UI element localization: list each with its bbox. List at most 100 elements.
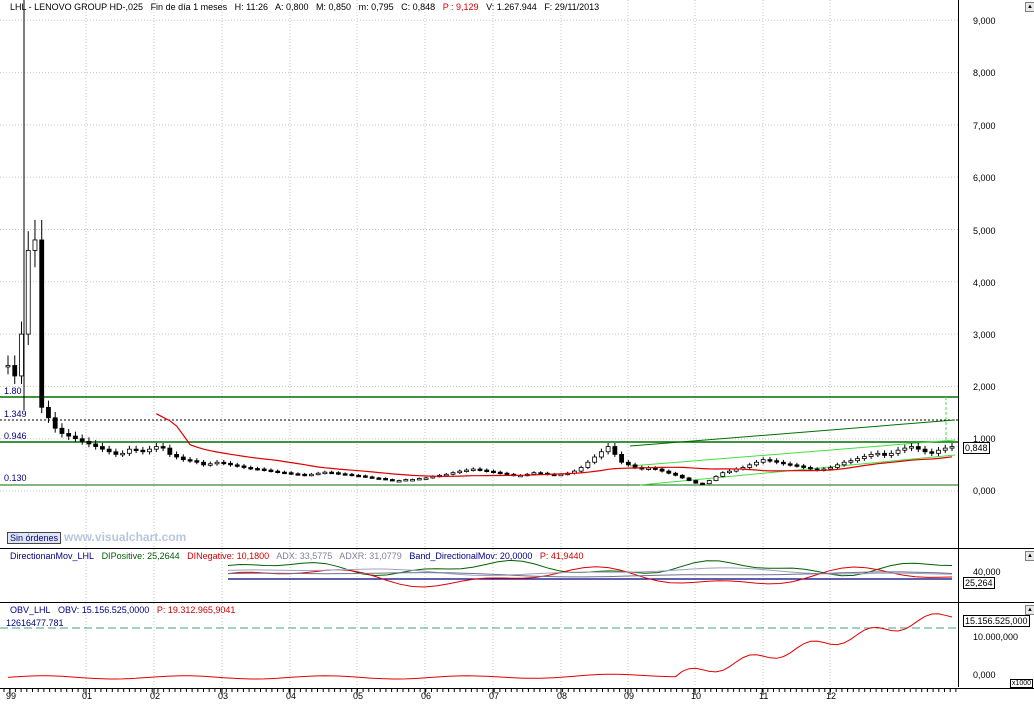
- scroll-up-icon[interactable]: ▲: [1025, 551, 1034, 561]
- year-label: 01: [82, 691, 93, 701]
- dm-dip: DIPositive: 25,2644: [101, 551, 180, 561]
- candle-body: [403, 479, 409, 482]
- year-label: 03: [218, 691, 229, 701]
- dm-adx: ADX: 33,5775: [276, 551, 333, 561]
- candle-body: [396, 480, 402, 483]
- candle-body: [12, 365, 18, 377]
- candle-body: [888, 452, 894, 456]
- year-label: 99: [6, 691, 17, 701]
- dm-p: P: 41,9440: [539, 551, 584, 561]
- candle-body: [868, 453, 874, 457]
- scroll-up-icon[interactable]: ▲: [1025, 2, 1034, 12]
- channel-line-upper: [629, 439, 956, 467]
- candle-body: [760, 459, 766, 463]
- scroll-up-icon[interactable]: ▲: [1025, 605, 1034, 615]
- price-tick: 8,000: [973, 68, 996, 78]
- candle-body: [922, 448, 928, 453]
- candle-body: [349, 473, 355, 477]
- orders-button[interactable]: Sin órdenes: [7, 532, 62, 544]
- price-axis[interactable]: ▲ 9,000 8,000 7,000 6,000 5,000 4,000 3,…: [958, 0, 1034, 548]
- candle-body: [86, 440, 92, 445]
- price-chart-pane[interactable]: LHL - LENOVO GROUP HD-,025 Fin de día 1 …: [0, 0, 958, 548]
- candle-body: [342, 473, 348, 476]
- volume-label: V: 1.267.944: [486, 2, 537, 12]
- candle-body: [93, 443, 99, 447]
- level-label-1-80: 1.80: [4, 386, 22, 396]
- dm-indicator-pane[interactable]: DirectionanMov_LHL DIPositive: 25,2644 D…: [0, 549, 958, 602]
- time-label: H: 11:26: [234, 2, 268, 12]
- candle-body: [302, 473, 308, 477]
- candle-body: [673, 472, 678, 476]
- candle-body: [19, 333, 24, 377]
- candle-body: [5, 365, 11, 368]
- candle-body: [133, 448, 139, 452]
- candle-body: [160, 446, 166, 449]
- date-label: F: 29/11/2013: [544, 2, 600, 12]
- candle-body: [214, 461, 220, 465]
- candle-body: [828, 467, 834, 470]
- candle-body: [578, 467, 584, 472]
- obv-ref-level: 12616477.781: [6, 618, 64, 628]
- candle-body: [187, 459, 193, 462]
- level-label-1-349: 1.349: [4, 409, 27, 419]
- obv-indicator-pane[interactable]: OBV_LHL OBV: 15.156.525,0000 P: 19.312.9…: [0, 603, 958, 687]
- obv-last-badge: 15.156.525,000: [963, 615, 1030, 627]
- candle-body: [882, 452, 887, 456]
- candle-body: [861, 456, 867, 459]
- year-label: 12: [826, 691, 837, 701]
- candle-body: [315, 472, 321, 476]
- candle-body: [443, 473, 449, 477]
- candle-body: [679, 474, 685, 479]
- candle-body: [949, 446, 955, 449]
- candle-body: [774, 460, 780, 463]
- high-label: M: 0,850: [316, 2, 352, 12]
- dm-last-badge: 25,264: [963, 577, 995, 589]
- obv-chart[interactable]: [0, 603, 958, 687]
- price-header: LHL - LENOVO GROUP HD-,025 Fin de día 1 …: [10, 2, 604, 12]
- candle-body: [282, 471, 287, 475]
- candle-body: [909, 446, 914, 449]
- candle-body: [834, 464, 840, 468]
- candle-body: [598, 451, 604, 458]
- candle-body: [875, 452, 881, 456]
- time-axis[interactable]: 99 01 02 03 04 05 06 07 08 09 10 11 12: [0, 688, 1034, 705]
- year-label: 10: [691, 691, 702, 701]
- candle-body: [538, 472, 544, 475]
- obv-axis[interactable]: ▲ 15.156.525,000 10.000,000 0,000 x1000: [958, 603, 1034, 688]
- candle-body: [754, 461, 759, 466]
- candle-body: [693, 480, 699, 484]
- scale-label: x1000: [1009, 679, 1033, 688]
- candle-body: [491, 470, 496, 474]
- price-chart[interactable]: [0, 0, 958, 548]
- candle-body: [201, 461, 206, 466]
- candle-body: [356, 474, 362, 478]
- price-tick: 3,000: [973, 330, 996, 340]
- candle-body: [194, 460, 200, 463]
- obv-value: OBV: 15.156.525,0000: [58, 605, 150, 615]
- price-tick: 7,000: [973, 121, 996, 131]
- candle-body: [484, 469, 490, 472]
- year-label: 07: [489, 691, 500, 701]
- candle-body: [288, 472, 294, 475]
- candle-body: [747, 464, 753, 468]
- candle-body: [416, 478, 422, 481]
- year-label: 02: [150, 691, 161, 701]
- candle-body: [942, 447, 948, 451]
- candle-body: [174, 453, 179, 458]
- candle-body: [79, 438, 85, 442]
- watermark: www.visualchart.com: [64, 530, 187, 544]
- candle-body: [470, 468, 476, 471]
- period-label: Fin de día 1 meses: [150, 2, 228, 12]
- candle-body: [477, 468, 483, 471]
- level-label-0-946: 0.946: [4, 431, 27, 441]
- obv-tick: 10.000,000: [973, 632, 1019, 642]
- candle-body: [713, 475, 719, 481]
- price-tick: 0,000: [973, 486, 996, 496]
- candle-body: [450, 472, 456, 475]
- candle-body: [612, 446, 618, 455]
- candle-body: [666, 470, 672, 474]
- dm-axis[interactable]: ▲ 40,000 25,264: [958, 549, 1034, 602]
- candle-body: [268, 469, 274, 472]
- price-tick: 9,000: [973, 16, 996, 26]
- candle-body: [147, 448, 153, 453]
